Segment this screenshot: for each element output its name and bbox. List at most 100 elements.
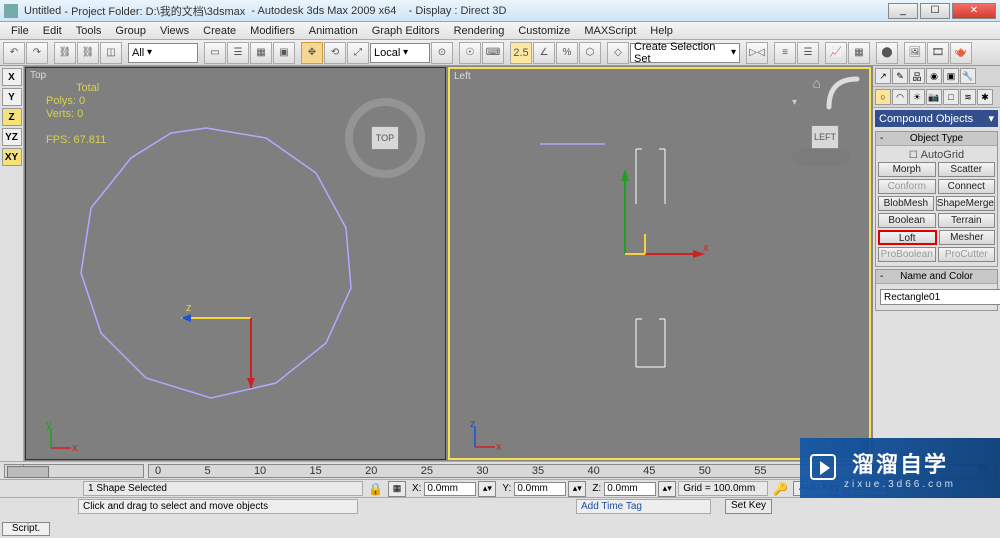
category-dropdown[interactable]: Compound Objects▾ [875, 110, 998, 127]
link-button[interactable]: ⛓ [54, 42, 76, 64]
utilities-tab-icon[interactable]: 🔧 [960, 68, 976, 84]
keyboard-button[interactable]: ⌨ [482, 42, 504, 64]
spinner-snap-button[interactable]: ⬡ [579, 42, 601, 64]
menu-tools[interactable]: Tools [69, 24, 109, 38]
selection-filter-dropdown[interactable]: All ▾ [128, 43, 198, 63]
render-frame-button[interactable]: 🎞 [927, 42, 949, 64]
geometry-tab-icon[interactable]: ○ [875, 89, 891, 105]
z-field[interactable] [604, 482, 656, 496]
menu-edit[interactable]: Edit [36, 24, 69, 38]
snap-percent-button[interactable]: % [556, 42, 578, 64]
loft-button[interactable]: Loft [878, 230, 937, 245]
spacewarps-tab-icon[interactable]: ≋ [960, 89, 976, 105]
lock-icon[interactable]: 🔒 [365, 482, 386, 496]
menu-grapheditors[interactable]: Graph Editors [365, 24, 447, 38]
bind-button[interactable]: ◫ [100, 42, 122, 64]
named-selset-dropdown[interactable]: Create Selection Set ▾ [630, 43, 740, 63]
maximize-button[interactable]: ☐ [920, 3, 950, 19]
unlink-button[interactable]: ⛓ [77, 42, 99, 64]
shapes-tab-icon[interactable]: ◠ [892, 89, 908, 105]
render-button[interactable]: 🫖 [950, 42, 972, 64]
mesher-button[interactable]: Mesher [939, 230, 996, 245]
morph-button[interactable]: Morph [878, 162, 936, 177]
select-name-button[interactable]: ☰ [227, 42, 249, 64]
modify-tab-icon[interactable]: ✎ [892, 68, 908, 84]
minimize-button[interactable]: _ [888, 3, 918, 19]
axis-z[interactable]: Z [2, 108, 22, 126]
select-button[interactable]: ▭ [204, 42, 226, 64]
viewport-left[interactable]: Left ⌂ ▾ LEFT ▾ [448, 67, 871, 460]
x-field[interactable] [424, 482, 476, 496]
snap-2d-button[interactable]: 2.5 [510, 42, 532, 64]
script-tab[interactable]: Script. [2, 522, 50, 536]
axis-yz[interactable]: YZ [2, 128, 22, 146]
autogrid-checkbox[interactable]: ☐ AutoGrid [878, 148, 995, 162]
svg-text:y: y [46, 419, 52, 431]
object-name-field[interactable] [880, 289, 1000, 305]
menu-customize[interactable]: Customize [511, 24, 577, 38]
lights-tab-icon[interactable]: ☀ [909, 89, 925, 105]
close-button[interactable]: ✕ [952, 3, 996, 19]
helpers-tab-icon[interactable]: □ [943, 89, 959, 105]
undo-button[interactable]: ↶ [3, 42, 25, 64]
proboolean-button[interactable]: ProBoolean [878, 247, 936, 262]
connect-button[interactable]: Connect [938, 179, 996, 194]
mirror-button[interactable]: ▷◁ [746, 42, 768, 64]
select-region-button[interactable]: ▦ [250, 42, 272, 64]
layers-button[interactable]: ☰ [797, 42, 819, 64]
cameras-tab-icon[interactable]: 📷 [926, 89, 942, 105]
pivot-button[interactable]: ⊙ [431, 42, 453, 64]
setkey-button[interactable]: Set Key [725, 499, 772, 514]
blobmesh-button[interactable]: BlobMesh [878, 196, 934, 211]
x-spinner[interactable]: ▴▾ [478, 481, 496, 497]
menu-file[interactable]: File [4, 24, 36, 38]
menu-group[interactable]: Group [108, 24, 153, 38]
menu-maxscript[interactable]: MAXScript [577, 24, 643, 38]
shapemerge-button[interactable]: ShapeMerge [936, 196, 995, 211]
window-crossing-button[interactable]: ▣ [273, 42, 295, 64]
snap-angle-button[interactable]: ∠ [533, 42, 555, 64]
rollout-header[interactable]: Name and Color [876, 270, 997, 284]
schematic-button[interactable]: ▦ [848, 42, 870, 64]
move-button[interactable]: ✥ [301, 42, 323, 64]
motion-tab-icon[interactable]: ◉ [926, 68, 942, 84]
align-button[interactable]: ≡ [774, 42, 796, 64]
render-setup-button[interactable]: 🖼 [904, 42, 926, 64]
axis-constraints: X Y Z YZ XY [0, 66, 24, 461]
rotate-button[interactable]: ⟲ [324, 42, 346, 64]
boolean-button[interactable]: Boolean [878, 213, 936, 228]
menu-animation[interactable]: Animation [302, 24, 365, 38]
menu-views[interactable]: Views [153, 24, 196, 38]
ref-coord-dropdown[interactable]: Local ▾ [370, 43, 430, 63]
menu-modifiers[interactable]: Modifiers [243, 24, 302, 38]
scale-button[interactable]: ⤢ [347, 42, 369, 64]
terrain-button[interactable]: Terrain [938, 213, 996, 228]
y-field[interactable] [514, 482, 566, 496]
display-tab-icon[interactable]: ▣ [943, 68, 959, 84]
curve-editor-button[interactable]: 📈 [825, 42, 847, 64]
y-spinner[interactable]: ▴▾ [568, 481, 586, 497]
manipulate-button[interactable]: ☉ [459, 42, 481, 64]
rollout-header[interactable]: Object Type [876, 132, 997, 146]
hierarchy-tab-icon[interactable]: 品 [909, 68, 925, 84]
scatter-button[interactable]: Scatter [938, 162, 996, 177]
timetag-button[interactable]: Add Time Tag [576, 499, 711, 514]
redo-button[interactable]: ↷ [26, 42, 48, 64]
create-tab-icon[interactable]: ↗ [875, 68, 891, 84]
named-sel-button[interactable]: ◇ [607, 42, 629, 64]
menu-create[interactable]: Create [196, 24, 243, 38]
z-spinner[interactable]: ▴▾ [658, 481, 676, 497]
axis-x[interactable]: X [2, 68, 22, 86]
menu-help[interactable]: Help [643, 24, 680, 38]
systems-tab-icon[interactable]: ✱ [977, 89, 993, 105]
transform-type-button[interactable]: ▦ [388, 481, 406, 497]
conform-button[interactable]: Conform [878, 179, 936, 194]
axis-y[interactable]: Y [2, 88, 22, 106]
time-slider[interactable]: 0 / 100 [4, 464, 144, 478]
axis-xy[interactable]: XY [2, 148, 22, 166]
viewport-top[interactable]: Top Total Polys: 0 Verts: 0 FPS: 67.811 … [25, 67, 446, 460]
procutter-button[interactable]: ProCutter [938, 247, 996, 262]
menu-rendering[interactable]: Rendering [447, 24, 512, 38]
material-button[interactable]: ⬤ [876, 42, 898, 64]
key-icon[interactable]: 🔑 [770, 482, 791, 496]
